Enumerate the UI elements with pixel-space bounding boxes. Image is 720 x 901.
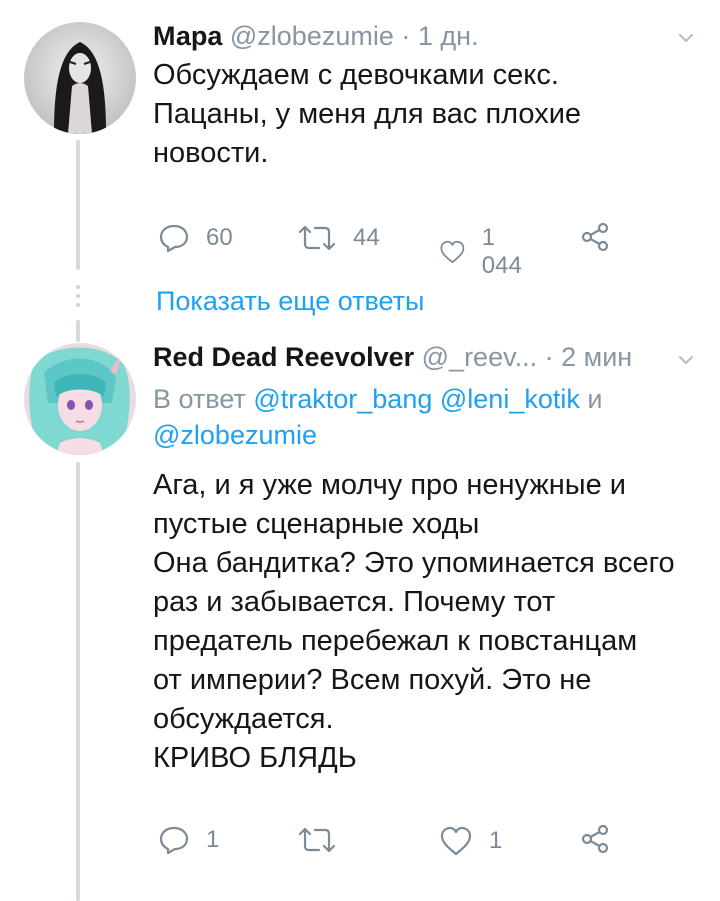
author-handle[interactable]: @zlobezumie <box>230 21 394 51</box>
retweet-count: 44 <box>353 224 380 251</box>
tweet2-header: Red Dead Reevolver @_reev... · 2 мин <box>153 341 632 373</box>
separator-dot: · <box>401 21 411 51</box>
thread-line-bottom <box>76 320 80 342</box>
like-count: 1 044 <box>481 224 522 279</box>
chevron-down-icon[interactable] <box>678 30 694 46</box>
tweet1-header: Мара @zlobezumie · 1 дн. <box>153 20 479 52</box>
reply-prefix: В ответ <box>153 384 246 414</box>
reply-and: и <box>587 384 603 414</box>
mention-link[interactable]: @leni_kotik <box>440 384 580 414</box>
tweet-line: раз и забывается. Почему тот <box>153 586 556 618</box>
show-more-replies-link[interactable]: Показать еще ответы <box>156 285 424 317</box>
reply-count: 60 <box>206 224 233 251</box>
reply-icon <box>159 224 189 253</box>
avatar-mara[interactable] <box>24 22 136 134</box>
mention-link[interactable]: @zlobezumie <box>153 420 317 450</box>
thread-dots <box>76 285 80 312</box>
retweet-button[interactable]: 44 <box>297 224 380 252</box>
author-handle[interactable]: @_reev... <box>422 342 537 372</box>
share-button[interactable] <box>580 824 610 854</box>
tweet-line: пустые сценарные ходы <box>153 508 480 540</box>
mention-link[interactable]: @traktor_bang <box>253 384 432 414</box>
chevron-down-icon[interactable] <box>678 352 694 368</box>
tweet-time[interactable]: 1 дн. <box>418 21 479 51</box>
reply-count: 1 <box>206 826 220 853</box>
heart-icon <box>440 826 472 856</box>
avatar-image <box>24 343 136 455</box>
tweet-line: от империи? Всем похуй. Это не <box>153 664 592 696</box>
reply-button[interactable]: 60 <box>158 223 233 253</box>
retweet-button[interactable] <box>297 826 337 854</box>
tweet-time[interactable]: 2 мин <box>561 342 632 372</box>
tweet2-text: Ага, и я уже молчу про ненужные и пустые… <box>153 466 713 778</box>
author-name[interactable]: Мара <box>153 21 222 51</box>
share-icon <box>581 222 609 252</box>
tweet1-text: Обсуждаем с девочками секс. Пацаны, у ме… <box>153 56 693 173</box>
share-button[interactable] <box>580 222 610 252</box>
reply-icon <box>159 826 189 855</box>
like-button[interactable]: 1 044 <box>439 224 529 280</box>
tweet-line: Ага, и я уже молчу про ненужные и <box>153 469 626 501</box>
replying-to: В ответ @traktor_bang @leni_kotik и @zlo… <box>153 381 693 453</box>
tweet-line: Обсуждаем с девочками секс. <box>153 59 559 91</box>
thread-line-lower <box>76 462 80 901</box>
separator-dot: · <box>544 342 554 372</box>
tweet-line: предатель перебежал к повстанцам <box>153 625 638 657</box>
avatar-red-dead-reevolver[interactable] <box>24 343 136 455</box>
tweet-line: новости. <box>153 137 269 169</box>
heart-icon <box>440 240 465 264</box>
author-name[interactable]: Red Dead Reevolver <box>153 342 414 372</box>
share-icon <box>581 824 609 854</box>
reply-button[interactable]: 1 <box>158 825 219 855</box>
like-count: 1 <box>489 827 503 854</box>
tweet-line: обсуждается. <box>153 703 334 735</box>
retweet-icon <box>298 827 336 853</box>
like-button[interactable]: 1 <box>439 826 502 856</box>
tweet-line: КРИВО БЛЯДЬ <box>153 742 357 774</box>
tweet-line: Пацаны, у меня для вас плохие <box>153 98 582 130</box>
avatar-image <box>24 22 136 134</box>
retweet-icon <box>298 225 336 251</box>
thread-line-top <box>76 140 80 270</box>
tweet-line: Она бандитка? Это упоминается всего <box>153 547 675 579</box>
